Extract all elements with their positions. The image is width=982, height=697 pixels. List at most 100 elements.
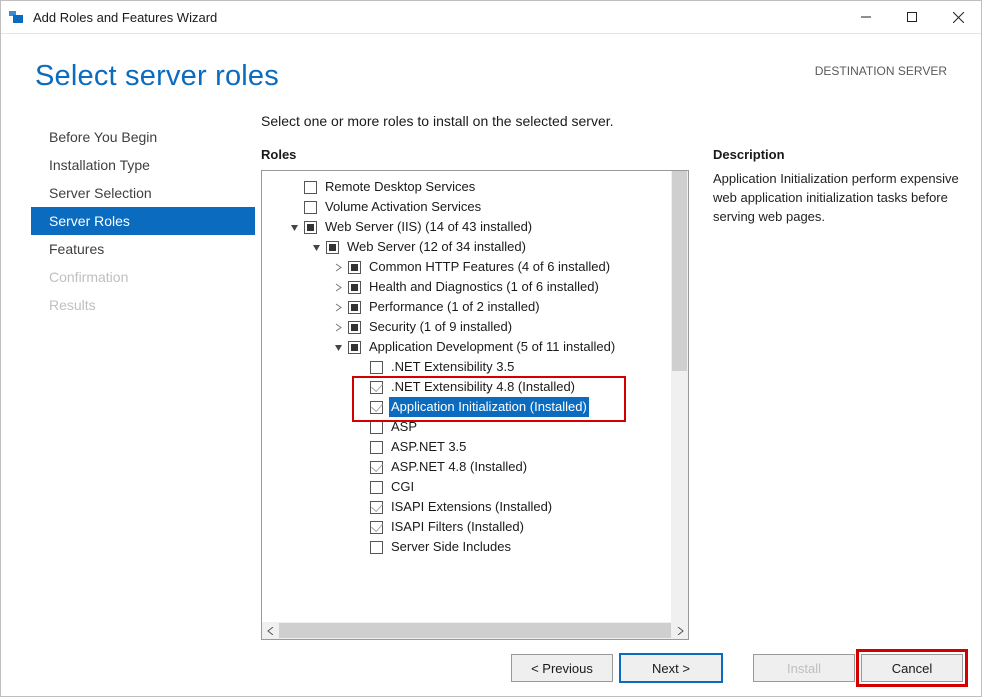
expander-spacer [354,501,366,513]
step-features[interactable]: Features [39,235,261,263]
expander-spacer [288,181,300,193]
description-text: Application Initialization perform expen… [713,170,963,227]
tree-node-label: Web Server (IIS) (14 of 43 installed) [323,217,534,237]
tree-node-label: Performance (1 of 2 installed) [367,297,542,317]
checkbox[interactable] [370,441,383,454]
tree-node-label: .NET Extensibility 3.5 [389,357,516,377]
checkbox[interactable] [370,521,383,534]
tree-node[interactable]: ISAPI Filters (Installed) [268,517,688,537]
tree-node[interactable]: Security (1 of 9 installed) [268,317,688,337]
expander-spacer [354,441,366,453]
tree-node-label: CGI [389,477,416,497]
tree-node-label: Common HTTP Features (4 of 6 installed) [367,257,612,277]
checkbox[interactable] [370,401,383,414]
checkbox[interactable] [304,201,317,214]
checkbox[interactable] [348,261,361,274]
chevron-right-icon[interactable] [332,281,344,293]
tree-node[interactable]: Volume Activation Services [268,197,688,217]
checkbox[interactable] [348,281,361,294]
tree-node-label: ASP.NET 4.8 (Installed) [389,457,529,477]
chevron-down-icon[interactable] [288,221,300,233]
checkbox[interactable] [304,221,317,234]
tree-node[interactable]: ASP [268,417,688,437]
description-column: Description Application Initialization p… [713,147,963,640]
roles-column: Roles Remote Desktop ServicesVolume Acti… [261,147,689,640]
step-installation-type[interactable]: Installation Type [39,151,261,179]
expander-spacer [354,541,366,553]
tree-node-label: Remote Desktop Services [323,177,477,197]
tree-node-label: ISAPI Extensions (Installed) [389,497,554,517]
next-button[interactable]: Next > [619,653,723,683]
maximize-button[interactable] [889,2,935,32]
tree-node[interactable]: CGI [268,477,688,497]
tree-node-label: ASP [389,417,419,437]
tree-node-label: Application Initialization (Installed) [389,397,589,417]
expander-spacer [354,481,366,493]
roles-tree[interactable]: Remote Desktop ServicesVolume Activation… [262,171,688,622]
checkbox[interactable] [370,461,383,474]
footer-buttons: < Previous Next > Install Cancel [1,640,981,696]
tree-node-label: Server Side Includes [389,537,513,557]
page-body: Before You Begin Installation Type Serve… [1,101,981,640]
checkbox[interactable] [370,481,383,494]
app-icon [7,8,25,26]
expander-spacer [354,421,366,433]
previous-button[interactable]: < Previous [511,654,613,682]
scroll-right-icon[interactable] [671,622,688,639]
checkbox[interactable] [370,501,383,514]
tree-node[interactable]: Remote Desktop Services [268,177,688,197]
checkbox[interactable] [370,541,383,554]
tree-node-label: Volume Activation Services [323,197,483,217]
minimize-button[interactable] [843,2,889,32]
checkbox[interactable] [348,341,361,354]
tree-node[interactable]: ISAPI Extensions (Installed) [268,497,688,517]
cancel-button-label: Cancel [892,661,932,676]
step-server-selection[interactable]: Server Selection [39,179,261,207]
chevron-right-icon[interactable] [332,301,344,313]
roles-tree-container: Remote Desktop ServicesVolume Activation… [261,170,689,640]
tree-node[interactable]: Server Side Includes [268,537,688,557]
step-before-you-begin[interactable]: Before You Begin [39,123,261,151]
tree-node[interactable]: Web Server (12 of 34 installed) [268,237,688,257]
tree-node[interactable]: ASP.NET 4.8 (Installed) [268,457,688,477]
scroll-left-icon[interactable] [262,622,279,639]
checkbox[interactable] [326,241,339,254]
tree-node[interactable]: Performance (1 of 2 installed) [268,297,688,317]
cancel-button[interactable]: Cancel [861,654,963,682]
checkbox[interactable] [370,381,383,394]
main-panel: Select one or more roles to install on t… [261,107,963,640]
vertical-scrollbar[interactable] [671,171,688,622]
chevron-right-icon[interactable] [332,261,344,273]
expander-spacer [354,521,366,533]
tree-node[interactable]: Health and Diagnostics (1 of 6 installed… [268,277,688,297]
tree-node-label: .NET Extensibility 4.8 (Installed) [389,377,577,397]
close-button[interactable] [935,2,981,32]
chevron-down-icon[interactable] [332,341,344,353]
columns: Roles Remote Desktop ServicesVolume Acti… [261,147,963,640]
wizard-steps-sidebar: Before You Begin Installation Type Serve… [1,107,261,640]
destination-server-label: DESTINATION SERVER [815,60,947,78]
horizontal-scrollbar[interactable] [262,622,688,639]
tree-node-label: Health and Diagnostics (1 of 6 installed… [367,277,601,297]
tree-node[interactable]: Application Initialization (Installed) [268,397,688,417]
expander-spacer [288,201,300,213]
tree-node[interactable]: Application Development (5 of 11 install… [268,337,688,357]
checkbox[interactable] [370,421,383,434]
roles-label: Roles [261,147,689,162]
tree-node[interactable]: Web Server (IIS) (14 of 43 installed) [268,217,688,237]
checkbox[interactable] [348,321,361,334]
page-title: Select server roles [35,60,279,93]
tree-node[interactable]: .NET Extensibility 4.8 (Installed) [268,377,688,397]
chevron-right-icon[interactable] [332,321,344,333]
chevron-down-icon[interactable] [310,241,322,253]
checkbox[interactable] [304,181,317,194]
checkbox[interactable] [348,301,361,314]
expander-spacer [354,461,366,473]
tree-node-label: ISAPI Filters (Installed) [389,517,526,537]
window-controls [843,2,981,32]
step-server-roles[interactable]: Server Roles [31,207,255,235]
tree-node[interactable]: Common HTTP Features (4 of 6 installed) [268,257,688,277]
tree-node[interactable]: ASP.NET 3.5 [268,437,688,457]
checkbox[interactable] [370,361,383,374]
tree-node[interactable]: .NET Extensibility 3.5 [268,357,688,377]
